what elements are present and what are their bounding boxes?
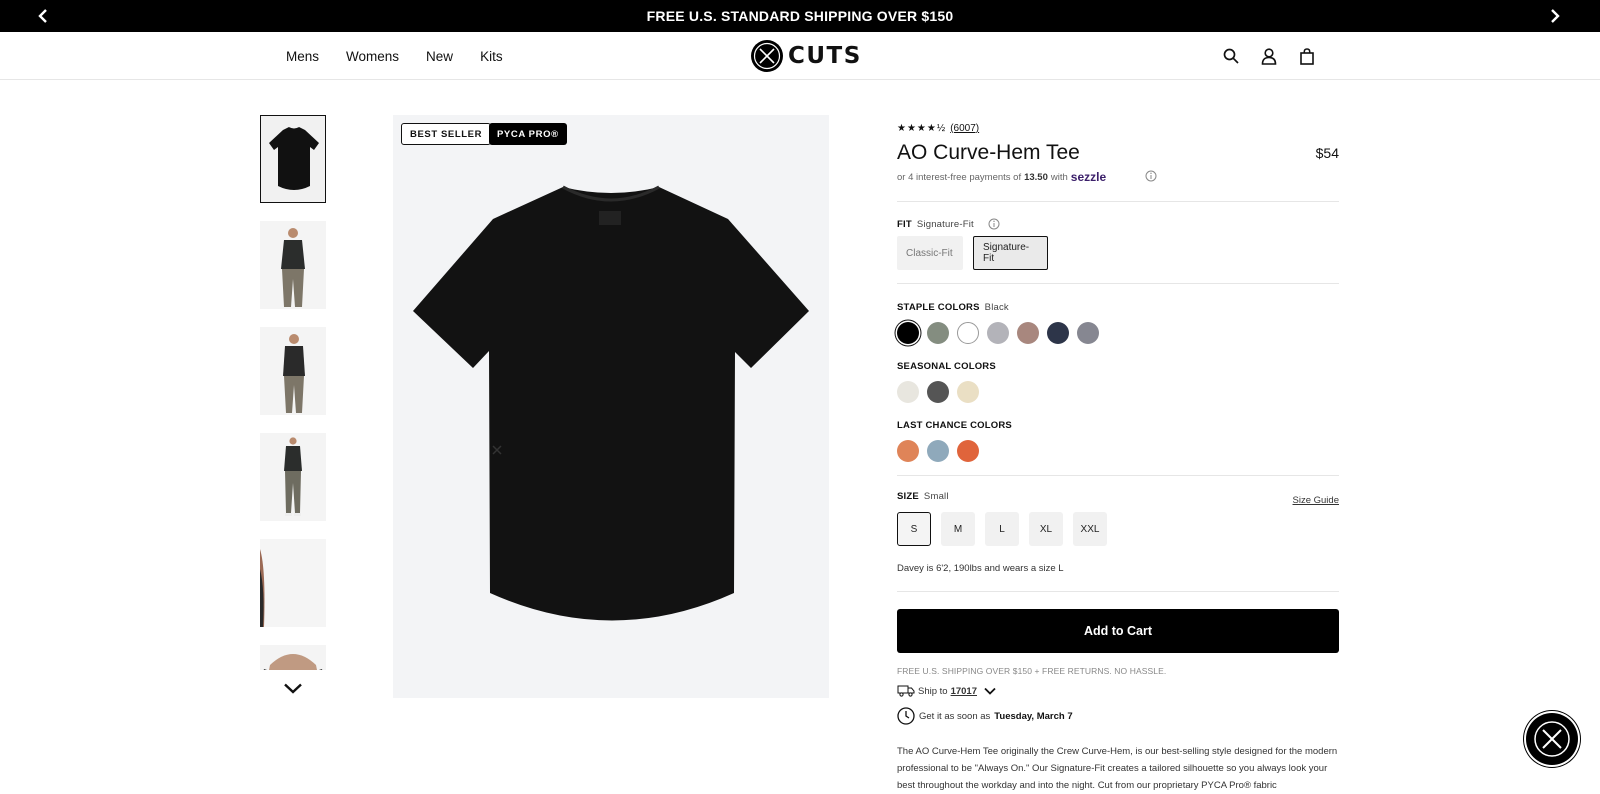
color-swatch-black[interactable] xyxy=(897,322,919,344)
seasonal-colors-label: SEASONAL COLORS xyxy=(897,361,996,372)
header-actions xyxy=(1220,45,1318,67)
fit-option-classic[interactable]: Classic-Fit xyxy=(897,236,963,270)
installments-amount: 13.50 xyxy=(1024,171,1048,183)
seasonal-swatches xyxy=(897,381,979,403)
truck-icon xyxy=(897,685,915,697)
fit-info-icon[interactable] xyxy=(988,218,1000,230)
main-nav: Mens Womens New Kits xyxy=(286,32,503,80)
delivery-date: Tuesday, March 7 xyxy=(994,710,1073,722)
announcement-text[interactable]: FREE U.S. STANDARD SHIPPING OVER $150 xyxy=(647,8,954,24)
color-swatch-sky[interactable] xyxy=(927,440,949,462)
fit-label: FIT Signature-Fit xyxy=(897,219,974,230)
site-header: Mens Womens New Kits CUTS xyxy=(0,32,1600,80)
logo-mark-icon xyxy=(751,40,783,72)
divider xyxy=(897,591,1339,592)
clock-icon xyxy=(897,707,915,725)
announcement-bar: FREE U.S. STANDARD SHIPPING OVER $150 xyxy=(0,0,1600,32)
logo-text: CUTS xyxy=(788,43,862,69)
floating-close-button[interactable] xyxy=(1526,713,1578,765)
color-swatch-slate[interactable] xyxy=(1077,322,1099,344)
color-swatch-light-grey[interactable] xyxy=(987,322,1009,344)
size-selected: Small xyxy=(923,491,949,502)
account-icon[interactable] xyxy=(1258,45,1280,67)
info-icon[interactable] xyxy=(1145,170,1157,182)
product-description: The AO Curve-Hem Tee originally the Crew… xyxy=(897,746,1338,791)
divider xyxy=(897,201,1339,202)
product-title: AO Curve-Hem Tee xyxy=(897,141,1080,164)
color-swatch-cream[interactable] xyxy=(957,381,979,403)
last-chance-colors-label: LAST CHANCE COLORS xyxy=(897,420,1012,431)
size-option-m[interactable]: M xyxy=(941,512,975,546)
search-icon[interactable] xyxy=(1220,45,1242,67)
divider xyxy=(897,475,1339,476)
color-swatch-terracotta[interactable] xyxy=(897,440,919,462)
size-guide-link[interactable]: Size Guide xyxy=(1293,495,1339,506)
chevron-left-icon[interactable] xyxy=(34,7,52,25)
star-rating-icon: ★★★★½ xyxy=(897,123,947,134)
color-swatch-charcoal[interactable] xyxy=(927,381,949,403)
ship-to-label: Ship to xyxy=(918,685,948,697)
zip-code-link[interactable]: 17017 xyxy=(951,686,977,697)
shipping-note: FREE U.S. SHIPPING OVER $150 + FREE RETU… xyxy=(897,666,1167,676)
thumbnail-1[interactable] xyxy=(260,115,326,203)
last-chance-swatches xyxy=(897,440,979,462)
staple-colors-label: STAPLE COLORS Black xyxy=(897,302,1009,313)
main-product-image[interactable]: BEST SELLER PYCA PRO® xyxy=(393,115,829,698)
model-note: Davey is 6'2, 190lbs and wears a size L xyxy=(897,563,1064,574)
rating: ★★★★½ (6007) xyxy=(897,123,979,134)
fit-selected: Signature-Fit xyxy=(916,219,974,230)
fit-label-text: FIT xyxy=(897,219,912,230)
size-option-s[interactable]: S xyxy=(897,512,931,546)
staple-color-selected: Black xyxy=(984,302,1009,313)
thumbnail-list xyxy=(260,115,328,670)
thumbnail-6[interactable] xyxy=(260,645,326,670)
product-price: $54 xyxy=(1315,145,1339,161)
thumbnail-3[interactable] xyxy=(260,327,326,415)
ship-to: Ship to 17017 xyxy=(897,685,996,697)
size-label-text: SIZE xyxy=(897,491,919,502)
installments-note: or 4 interest-free payments of 13.50 wit… xyxy=(897,170,1106,184)
chevron-down-icon[interactable] xyxy=(281,679,305,697)
size-option-l[interactable]: L xyxy=(985,512,1019,546)
color-swatch-navy[interactable] xyxy=(1047,322,1069,344)
color-swatch-mauve[interactable] xyxy=(1017,322,1039,344)
nav-new[interactable]: New xyxy=(426,49,453,64)
delivery-estimate: Get it as soon as Tuesday, March 7 xyxy=(897,707,1073,725)
chevron-right-icon[interactable] xyxy=(1546,7,1564,25)
nav-kits[interactable]: Kits xyxy=(480,49,503,64)
logo[interactable]: CUTS xyxy=(750,39,862,73)
installments-prefix: or 4 interest-free payments of xyxy=(897,171,1022,183)
color-swatch-bone[interactable] xyxy=(897,381,919,403)
tee-image xyxy=(413,185,809,621)
thumbnail-5[interactable] xyxy=(260,539,326,627)
installments-with: with xyxy=(1050,171,1068,183)
size-option-xl[interactable]: XL xyxy=(1029,512,1063,546)
close-icon xyxy=(1534,721,1570,757)
delivery-label: Get it as soon as xyxy=(919,710,991,722)
color-swatch-white[interactable] xyxy=(957,322,979,344)
thumbnail-4[interactable] xyxy=(260,433,326,521)
thumbnail-2[interactable] xyxy=(260,221,326,309)
staple-swatches xyxy=(897,322,1099,344)
divider xyxy=(897,283,1339,284)
cart-icon[interactable] xyxy=(1296,45,1318,67)
nav-womens[interactable]: Womens xyxy=(346,49,399,64)
chevron-down-icon[interactable] xyxy=(984,687,996,695)
size-option-xxl[interactable]: XXL xyxy=(1073,512,1107,546)
review-count-link[interactable]: (6007) xyxy=(950,123,979,134)
nav-mens[interactable]: Mens xyxy=(286,49,319,64)
fit-option-signature[interactable]: Signature-Fit xyxy=(973,236,1048,270)
size-label: SIZE Small xyxy=(897,491,949,502)
add-to-cart-button[interactable]: Add to Cart xyxy=(897,609,1339,653)
color-swatch-orange[interactable] xyxy=(957,440,979,462)
staple-colors-label-text: STAPLE COLORS xyxy=(897,302,980,313)
sezzle-logo[interactable]: sezzle xyxy=(1071,170,1106,184)
color-swatch-sage[interactable] xyxy=(927,322,949,344)
